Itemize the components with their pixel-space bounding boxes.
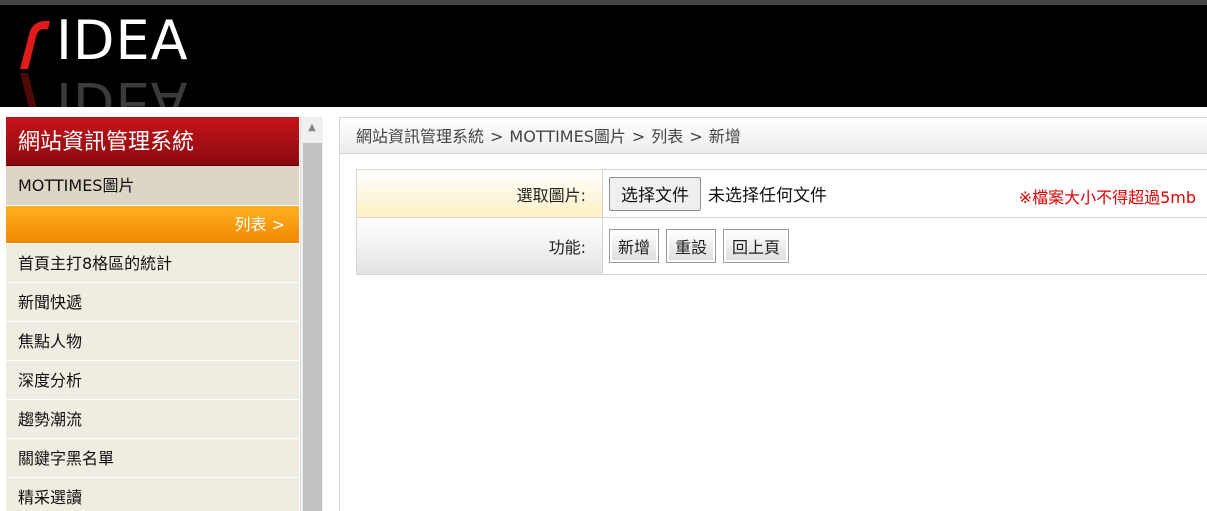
file-status: 未选择任何文件 [708,186,827,206]
breadcrumb-item-mottimes[interactable]: MOTTIMES圖片 [509,127,625,146]
file-field: 选择文件 未选择任何文件 ※檔案大小不得超過5mb [603,170,1207,217]
logo: IDEA IDEA [16,9,216,107]
form-row-actions: 功能: 新增 重設 回上頁 [357,218,1207,274]
breadcrumb-item-system[interactable]: 網站資訊管理系統 [356,127,484,146]
upload-form: 選取圖片: 选择文件 未选择任何文件 ※檔案大小不得超過5mb 功能: 新增 重… [356,169,1207,275]
sidebar-item-trends[interactable]: 趨勢潮流 [6,400,299,439]
sidebar-item-homepage-stats[interactable]: 首頁主打8格區的統計 [6,244,299,283]
sidebar-section-mottimes[interactable]: MOTTIMES圖片 [6,166,299,206]
breadcrumb-separator: > [490,127,504,146]
file-size-note: ※檔案大小不得超過5mb [1018,188,1196,207]
sidebar-title: 網站資訊管理系統 [6,117,299,166]
breadcrumb-item-add: 新增 [708,127,741,146]
breadcrumb-item-list[interactable]: 列表 [651,127,683,146]
logo-text: IDEA [56,9,189,72]
sidebar-item-keyword-blacklist[interactable]: 關鍵字黑名單 [6,439,299,478]
sidebar-item-analysis[interactable]: 深度分析 [6,361,299,400]
choose-file-button[interactable]: 选择文件 [609,176,701,211]
actions-field: 新增 重設 回上頁 [603,218,1207,274]
sidebar-item-people[interactable]: 焦點人物 [6,322,299,361]
logo-reflection: IDEA [16,71,216,107]
scroll-up-icon[interactable]: ▲ [301,117,323,139]
logo-reflection-text: IDEA [56,71,189,107]
breadcrumb: 網站資訊管理系統 > MOTTIMES圖片 > 列表 > 新增 [340,117,1207,154]
add-button[interactable]: 新增 [609,229,660,263]
file-label: 選取圖片: [357,170,603,217]
logo-mark-icon [20,21,50,69]
sidebar-item-featured[interactable]: 精采選讀 [6,478,299,511]
actions-label: 功能: [357,218,603,274]
form-row-file: 選取圖片: 选择文件 未选择任何文件 ※檔案大小不得超過5mb [357,170,1207,218]
breadcrumb-separator: > [631,127,646,146]
sidebar-scrollbar[interactable]: ▲ [300,117,323,511]
sidebar-item-news[interactable]: 新聞快遞 [6,283,299,322]
breadcrumb-separator: > [689,127,703,146]
main-content: 網站資訊管理系統 > MOTTIMES圖片 > 列表 > 新增 選取圖片: 选择文件 未选择… [339,117,1207,511]
scroll-thumb[interactable] [303,143,322,511]
sidebar-sub-list[interactable]: 列表 > [6,206,299,244]
back-button[interactable]: 回上頁 [723,229,790,263]
sidebar: 網站資訊管理系統 MOTTIMES圖片 列表 > 首頁主打8格區的統計 新聞快遞… [6,117,299,511]
reset-button[interactable]: 重設 [666,229,717,263]
header: IDEA IDEA [0,0,1207,107]
